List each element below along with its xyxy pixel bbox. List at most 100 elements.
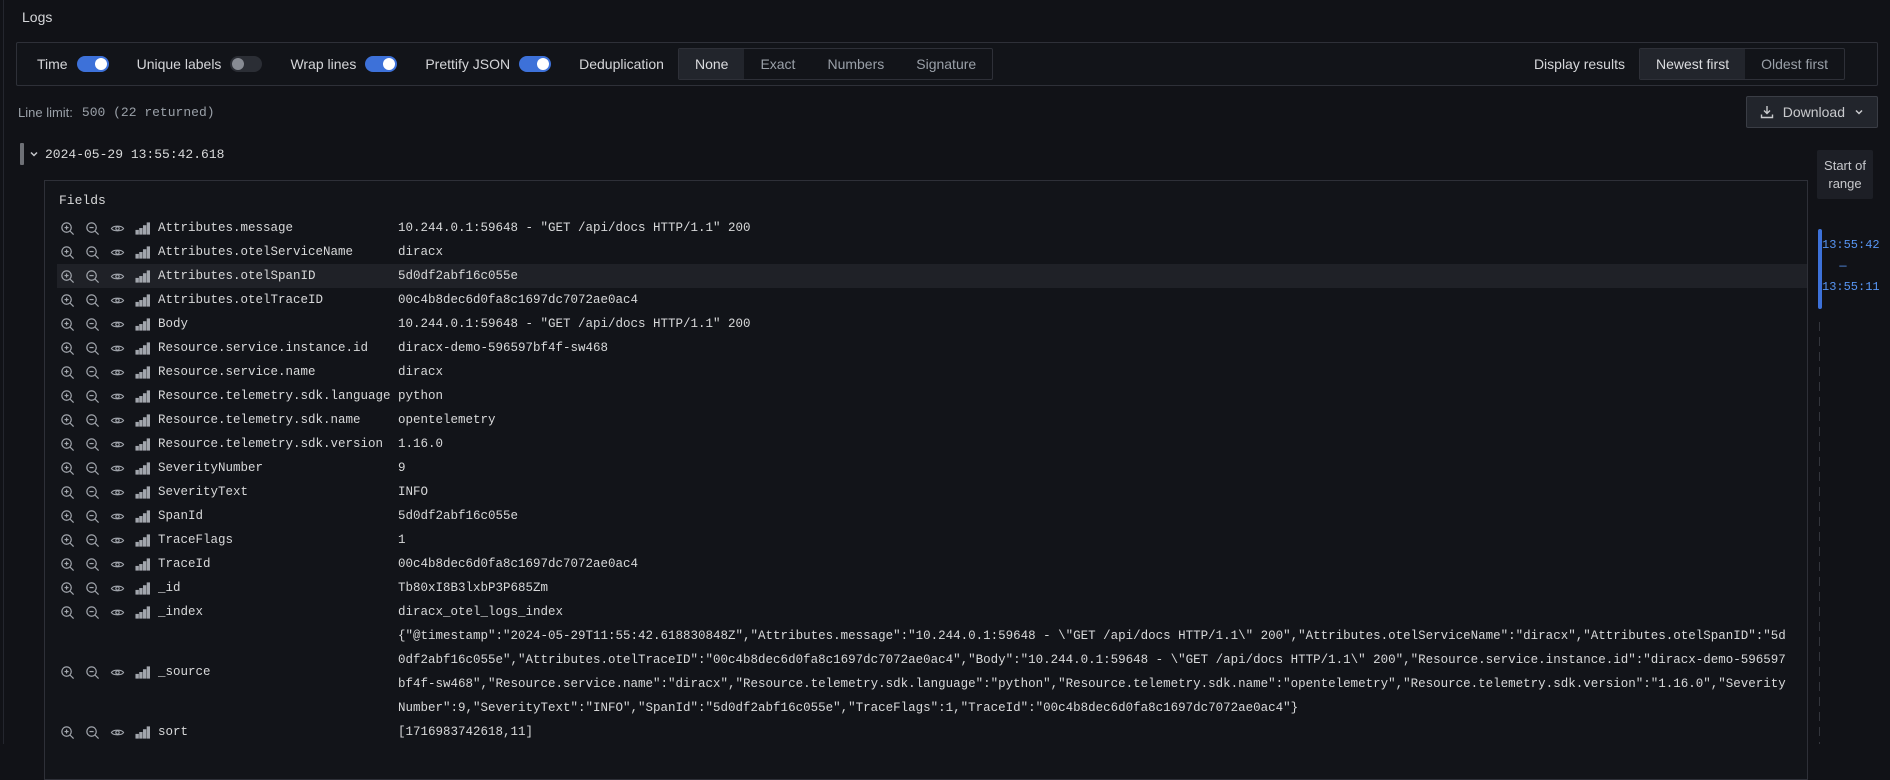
filter-out-value-button[interactable] [84, 580, 100, 596]
segment-option[interactable]: Oldest first [1745, 49, 1844, 79]
filter-for-value-button[interactable] [59, 460, 75, 476]
field-stats-button[interactable] [134, 244, 150, 260]
toggle-field-visibility-button[interactable] [109, 340, 125, 356]
log-entry-row[interactable]: 2024-05-29 13:55:42.618 [20, 142, 1878, 166]
filter-for-value-button[interactable] [59, 664, 75, 680]
filter-out-value-button[interactable] [84, 556, 100, 572]
segment-option[interactable]: None [679, 49, 744, 79]
filter-for-value-button[interactable] [59, 220, 75, 236]
toggle-field-visibility-button[interactable] [109, 460, 125, 476]
field-row[interactable]: SeverityText INFO [57, 480, 1807, 504]
filter-for-value-button[interactable] [59, 268, 75, 284]
filter-for-value-button[interactable] [59, 724, 75, 740]
filter-out-value-button[interactable] [84, 388, 100, 404]
toggle-field-visibility-button[interactable] [109, 292, 125, 308]
toggle-field-visibility-button[interactable] [109, 316, 125, 332]
toggle-field-visibility-button[interactable] [109, 244, 125, 260]
field-stats-button[interactable] [134, 412, 150, 428]
toggle-field-visibility-button[interactable] [109, 580, 125, 596]
toggle-field-visibility-button[interactable] [109, 724, 125, 740]
filter-out-value-button[interactable] [84, 268, 100, 284]
filter-out-value-button[interactable] [84, 664, 100, 680]
filter-for-value-button[interactable] [59, 340, 75, 356]
filter-for-value-button[interactable] [59, 436, 75, 452]
toggle-field-visibility-button[interactable] [109, 508, 125, 524]
filter-out-value-button[interactable] [84, 292, 100, 308]
field-stats-button[interactable] [134, 340, 150, 356]
toggle-field-visibility-button[interactable] [109, 532, 125, 548]
filter-out-value-button[interactable] [84, 364, 100, 380]
field-row[interactable]: Attributes.otelTraceID 00c4b8dec6d0fa8c1… [57, 288, 1807, 312]
field-row[interactable]: TraceFlags 1 [57, 528, 1807, 552]
collapse-log-button[interactable] [28, 148, 40, 160]
field-stats-button[interactable] [134, 388, 150, 404]
filter-out-value-button[interactable] [84, 220, 100, 236]
field-row[interactable]: Body 10.244.0.1:59648 - "GET /api/docs H… [57, 312, 1807, 336]
field-stats-button[interactable] [134, 484, 150, 500]
filter-out-value-button[interactable] [84, 316, 100, 332]
filter-out-value-button[interactable] [84, 604, 100, 620]
filter-for-value-button[interactable] [59, 292, 75, 308]
filter-for-value-button[interactable] [59, 244, 75, 260]
field-stats-button[interactable] [134, 556, 150, 572]
toggle-field-visibility-button[interactable] [109, 436, 125, 452]
field-stats-button[interactable] [134, 664, 150, 680]
field-stats-button[interactable] [134, 364, 150, 380]
field-stats-button[interactable] [134, 460, 150, 476]
field-stats-button[interactable] [134, 724, 150, 740]
field-stats-button[interactable] [134, 316, 150, 332]
toggle-field-visibility-button[interactable] [109, 268, 125, 284]
filter-for-value-button[interactable] [59, 508, 75, 524]
field-row[interactable]: Attributes.otelServiceName diracx [57, 240, 1807, 264]
field-row[interactable]: Resource.service.instance.id diracx-demo… [57, 336, 1807, 360]
toggle-field-visibility-button[interactable] [109, 388, 125, 404]
toggle-switch[interactable] [365, 56, 397, 72]
field-row[interactable]: Resource.service.name diracx [57, 360, 1807, 384]
field-row[interactable]: Resource.telemetry.sdk.name opentelemetr… [57, 408, 1807, 432]
download-button[interactable]: Download [1746, 96, 1878, 128]
field-stats-button[interactable] [134, 532, 150, 548]
filter-out-value-button[interactable] [84, 412, 100, 428]
field-stats-button[interactable] [134, 268, 150, 284]
filter-for-value-button[interactable] [59, 556, 75, 572]
filter-for-value-button[interactable] [59, 388, 75, 404]
field-stats-button[interactable] [134, 580, 150, 596]
filter-out-value-button[interactable] [84, 244, 100, 260]
filter-out-value-button[interactable] [84, 436, 100, 452]
filter-for-value-button[interactable] [59, 412, 75, 428]
filter-out-value-button[interactable] [84, 508, 100, 524]
toggle-field-visibility-button[interactable] [109, 412, 125, 428]
toggle-switch[interactable] [230, 56, 262, 72]
toggle-switch[interactable] [519, 56, 551, 72]
toggle-field-visibility-button[interactable] [109, 364, 125, 380]
field-row[interactable]: SpanId 5d0df2abf16c055e [57, 504, 1807, 528]
filter-for-value-button[interactable] [59, 580, 75, 596]
field-stats-button[interactable] [134, 508, 150, 524]
field-row[interactable]: TraceId 00c4b8dec6d0fa8c1697dc7072ae0ac4 [57, 552, 1807, 576]
field-row[interactable]: _index diracx_otel_logs_index [57, 600, 1807, 624]
field-row[interactable]: Resource.telemetry.sdk.language python [57, 384, 1807, 408]
field-stats-button[interactable] [134, 436, 150, 452]
toggle-field-visibility-button[interactable] [109, 604, 125, 620]
segment-option[interactable]: Signature [900, 49, 992, 79]
filter-for-value-button[interactable] [59, 532, 75, 548]
filter-for-value-button[interactable] [59, 364, 75, 380]
filter-out-value-button[interactable] [84, 724, 100, 740]
filter-for-value-button[interactable] [59, 484, 75, 500]
field-row[interactable]: Attributes.message 10.244.0.1:59648 - "G… [57, 216, 1807, 240]
filter-out-value-button[interactable] [84, 532, 100, 548]
filter-out-value-button[interactable] [84, 340, 100, 356]
toggle-field-visibility-button[interactable] [109, 664, 125, 680]
filter-for-value-button[interactable] [59, 604, 75, 620]
field-stats-button[interactable] [134, 292, 150, 308]
field-row[interactable]: Attributes.otelSpanID 5d0df2abf16c055e [57, 264, 1807, 288]
field-row[interactable]: _id Tb80xI8B3lxbP3P685Zm [57, 576, 1807, 600]
segment-option[interactable]: Exact [744, 49, 811, 79]
field-stats-button[interactable] [134, 604, 150, 620]
toggle-switch[interactable] [77, 56, 109, 72]
field-row[interactable]: _source {"@timestamp":"2024-05-29T11:55:… [57, 624, 1807, 720]
field-row[interactable]: Resource.telemetry.sdk.version 1.16.0 [57, 432, 1807, 456]
segment-option[interactable]: Newest first [1640, 49, 1745, 79]
segment-option[interactable]: Numbers [811, 49, 900, 79]
toggle-field-visibility-button[interactable] [109, 556, 125, 572]
